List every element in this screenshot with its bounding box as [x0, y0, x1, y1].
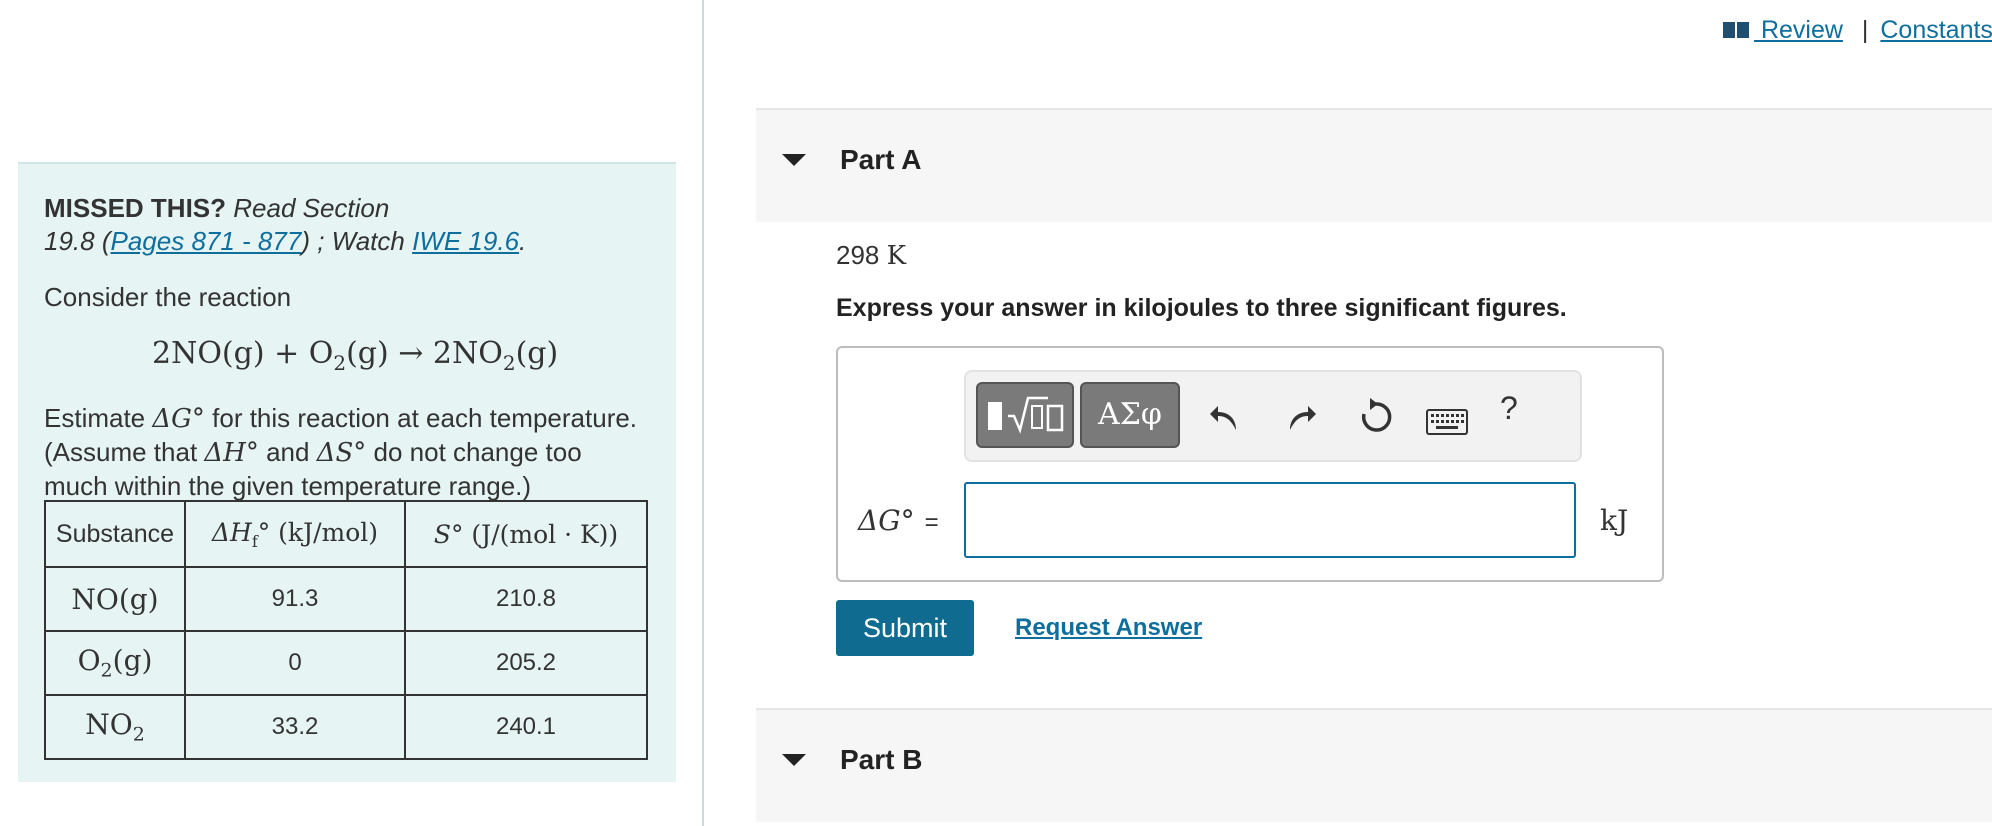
entropy-cell: 240.1 [404, 694, 648, 760]
part-b-header[interactable]: Part B [756, 708, 1992, 822]
substance-cell: NO2 [44, 694, 186, 760]
help-button[interactable]: ? [1500, 390, 1518, 427]
link-separator: | [1861, 16, 1869, 44]
thermo-data-table: Substance ΔHf° (kJ/mol) S° (J/(mol · K))… [44, 500, 648, 760]
greek-symbols-button[interactable]: ΑΣφ [1080, 382, 1180, 448]
period: . [519, 226, 527, 256]
header-substance: Substance [44, 500, 186, 568]
templates-icon [988, 396, 1064, 434]
delta-s-symbol: ΔS° [316, 438, 367, 468]
reaction-equation: 2NO(g) + O2(g) → 2NO2(g) [152, 336, 559, 375]
estimate-text-2: for this reaction at each temperature. [204, 403, 638, 433]
keyboard-icon[interactable] [1426, 402, 1468, 442]
answer-variable: ΔG° [858, 504, 915, 537]
header-entropy: S° (J/(mol · K)) [404, 500, 648, 568]
answer-label: ΔG° = [858, 504, 939, 537]
temperature-unit: K [886, 241, 907, 271]
panel-divider [702, 0, 704, 826]
book-icon [1722, 18, 1750, 38]
pages-link[interactable]: Pages 871 - 877 [111, 226, 302, 256]
equals-sign: = [924, 509, 939, 536]
part-a-title: Part A [840, 144, 922, 175]
and-text: and [258, 437, 317, 467]
request-answer-link[interactable]: Request Answer [1015, 614, 1202, 642]
iwe-link[interactable]: IWE 19.6 [412, 226, 519, 256]
assume-text-2: do not change too [366, 437, 582, 467]
table-row: NO2 33.2 240.1 [44, 694, 648, 760]
table-header-row: Substance ΔHf° (kJ/mol) S° (J/(mol · K)) [44, 500, 648, 568]
enthalpy-cell: 0 [184, 630, 406, 696]
submit-button[interactable]: Submit [836, 600, 974, 656]
templates-button[interactable] [976, 382, 1074, 448]
read-section-text: Read Section [233, 193, 390, 223]
missed-this-note: MISSED THIS? Read Section 19.8 (Pages 87… [44, 192, 526, 258]
substance-cell: NO(g) [44, 566, 186, 632]
substance-cell: O2(g) [44, 630, 186, 696]
answer-box: ΑΣφ ? ΔG° = kJ [836, 346, 1664, 582]
temperature-label: 298 K [836, 240, 906, 271]
assume-text-3: much within the given temperature range.… [44, 471, 532, 501]
part-a-header[interactable]: Part A [756, 108, 1992, 222]
collapse-caret-icon[interactable] [782, 154, 806, 166]
estimate-text-1: Estimate [44, 403, 153, 433]
part-b-title: Part B [840, 744, 923, 775]
section-number: 19.8 ( [44, 226, 111, 256]
enthalpy-cell: 33.2 [184, 694, 406, 760]
header-enthalpy: ΔHf° (kJ/mol) [184, 500, 406, 568]
review-link[interactable]: Review [1754, 16, 1843, 44]
consider-text: Consider the reaction [44, 282, 292, 312]
redo-icon[interactable] [1284, 396, 1318, 436]
constants-link[interactable]: Constants [1880, 16, 1992, 44]
reset-icon[interactable] [1358, 396, 1394, 436]
assume-text-1: (Assume that [44, 437, 205, 467]
estimate-instructions: Estimate ΔG° for this reaction at each t… [44, 402, 664, 503]
collapse-caret-icon[interactable] [782, 754, 806, 766]
enthalpy-cell: 91.3 [184, 566, 406, 632]
answer-instruction: Express your answer in kilojoules to thr… [836, 294, 1567, 322]
table-row: O2(g) 0 205.2 [44, 630, 648, 696]
entropy-cell: 210.8 [404, 566, 648, 632]
table-row: NO(g) 91.3 210.8 [44, 566, 648, 632]
watch-text: ) ; Watch [301, 226, 413, 256]
top-links: Review | Constants [1722, 16, 1992, 45]
missed-title: MISSED THIS? [44, 193, 227, 223]
entropy-cell: 205.2 [404, 630, 648, 696]
temperature-value: 298 [836, 240, 880, 270]
math-toolbar: ΑΣφ ? [964, 370, 1582, 462]
delta-g-symbol: ΔG° [152, 404, 205, 434]
delta-h-symbol: ΔH° [204, 438, 259, 468]
problem-panel: MISSED THIS? Read Section 19.8 (Pages 87… [18, 162, 676, 782]
undo-icon[interactable] [1208, 396, 1242, 436]
answer-input[interactable] [964, 482, 1576, 558]
answer-unit: kJ [1600, 504, 1629, 537]
